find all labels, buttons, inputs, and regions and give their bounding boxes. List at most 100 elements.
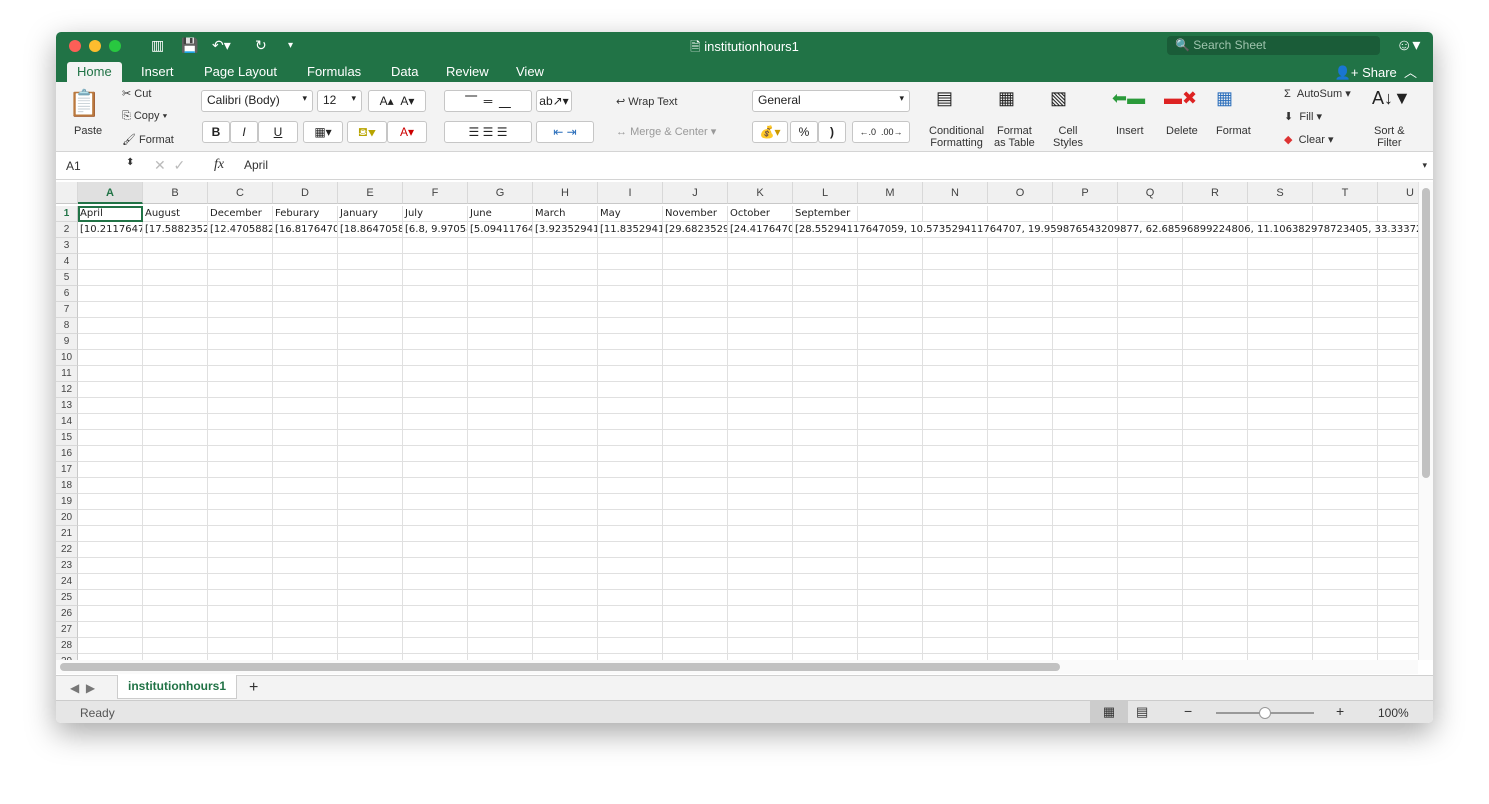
row-header-26[interactable]: 26 — [56, 606, 78, 622]
delete-cells-icon[interactable]: ▬✖ — [1164, 88, 1197, 109]
cell-K28[interactable] — [728, 638, 793, 654]
column-header-L[interactable]: L — [793, 182, 858, 204]
cell-A19[interactable] — [78, 494, 143, 510]
cell-A28[interactable] — [78, 638, 143, 654]
column-header-H[interactable]: H — [533, 182, 598, 204]
tab-data[interactable]: Data — [381, 62, 428, 82]
column-header-I[interactable]: I — [598, 182, 663, 204]
cell-N12[interactable] — [923, 382, 988, 398]
format-as-table-button[interactable]: Format as Table — [994, 125, 1035, 149]
cell-N24[interactable] — [923, 574, 988, 590]
cell-O25[interactable] — [988, 590, 1053, 606]
cell-O21[interactable] — [988, 526, 1053, 542]
cell-D20[interactable] — [273, 510, 338, 526]
cell-T12[interactable] — [1313, 382, 1378, 398]
cell-R7[interactable] — [1183, 302, 1248, 318]
cell-M1[interactable] — [858, 206, 923, 222]
cell-P7[interactable] — [1053, 302, 1118, 318]
cell-G26[interactable] — [468, 606, 533, 622]
column-header-T[interactable]: T — [1313, 182, 1378, 204]
cell-N13[interactable] — [923, 398, 988, 414]
cell-K25[interactable] — [728, 590, 793, 606]
cell-U1[interactable] — [1378, 206, 1418, 222]
cell-I12[interactable] — [598, 382, 663, 398]
cell-Q12[interactable] — [1118, 382, 1183, 398]
row-header-8[interactable]: 8 — [56, 318, 78, 334]
cell-R25[interactable] — [1183, 590, 1248, 606]
cell-D9[interactable] — [273, 334, 338, 350]
cell-P11[interactable] — [1053, 366, 1118, 382]
cell-J9[interactable] — [663, 334, 728, 350]
cell-D18[interactable] — [273, 478, 338, 494]
cell-I8[interactable] — [598, 318, 663, 334]
cell-L26[interactable] — [793, 606, 858, 622]
font-color-button[interactable]: A▾ — [387, 121, 427, 143]
cell-P22[interactable] — [1053, 542, 1118, 558]
row-header-17[interactable]: 17 — [56, 462, 78, 478]
cell-F27[interactable] — [403, 622, 468, 638]
cell-G28[interactable] — [468, 638, 533, 654]
cell-E2[interactable]: [18.8647058 — [338, 222, 403, 238]
cell-R9[interactable] — [1183, 334, 1248, 350]
row-header-24[interactable]: 24 — [56, 574, 78, 590]
cell-B22[interactable] — [143, 542, 208, 558]
horizontal-scrollbar[interactable] — [56, 660, 1418, 674]
cell-J2[interactable]: [29.6823529 — [663, 222, 728, 238]
cell-C14[interactable] — [208, 414, 273, 430]
row-header-3[interactable]: 3 — [56, 238, 78, 254]
cell-S19[interactable] — [1248, 494, 1313, 510]
cell-M24[interactable] — [858, 574, 923, 590]
cell-M27[interactable] — [858, 622, 923, 638]
tab-view[interactable]: View — [506, 62, 554, 82]
font-size-select[interactable]: 12 ▾ — [317, 90, 362, 112]
cell-U28[interactable] — [1378, 638, 1418, 654]
cell-E15[interactable] — [338, 430, 403, 446]
cell-U14[interactable] — [1378, 414, 1418, 430]
row-header-27[interactable]: 27 — [56, 622, 78, 638]
cell-U24[interactable] — [1378, 574, 1418, 590]
cell-A8[interactable] — [78, 318, 143, 334]
cell-G25[interactable] — [468, 590, 533, 606]
expand-formula-icon[interactable]: ▾ — [1422, 160, 1427, 171]
cell-G27[interactable] — [468, 622, 533, 638]
cell-S21[interactable] — [1248, 526, 1313, 542]
cell-K4[interactable] — [728, 254, 793, 270]
cell-H8[interactable] — [533, 318, 598, 334]
cancel-icon[interactable]: ✕ ✓ — [154, 157, 185, 174]
cell-S25[interactable] — [1248, 590, 1313, 606]
cell-N11[interactable] — [923, 366, 988, 382]
cell-N10[interactable] — [923, 350, 988, 366]
cell-M3[interactable] — [858, 238, 923, 254]
sheet-tab-institutionhours1[interactable]: institutionhours1 — [117, 675, 237, 699]
cell-O28[interactable] — [988, 638, 1053, 654]
cell-C8[interactable] — [208, 318, 273, 334]
cell-A3[interactable] — [78, 238, 143, 254]
cell-U7[interactable] — [1378, 302, 1418, 318]
cell-Q19[interactable] — [1118, 494, 1183, 510]
cell-A20[interactable] — [78, 510, 143, 526]
share-button[interactable]: 👤+ Share ︿ — [1335, 62, 1417, 81]
cell-C24[interactable] — [208, 574, 273, 590]
format-as-table-icon[interactable]: ▦ — [998, 88, 1015, 109]
comma-button[interactable]: ) — [818, 121, 846, 143]
cell-M13[interactable] — [858, 398, 923, 414]
cell-K16[interactable] — [728, 446, 793, 462]
cell-U23[interactable] — [1378, 558, 1418, 574]
cell-N3[interactable] — [923, 238, 988, 254]
cell-F2[interactable]: [6.8, 9.97058 — [403, 222, 468, 238]
row-header-2[interactable]: 2 — [56, 222, 78, 238]
cell-L28[interactable] — [793, 638, 858, 654]
cell-N19[interactable] — [923, 494, 988, 510]
row-header-22[interactable]: 22 — [56, 542, 78, 558]
cell-M15[interactable] — [858, 430, 923, 446]
cell-K14[interactable] — [728, 414, 793, 430]
cell-M17[interactable] — [858, 462, 923, 478]
cell-G15[interactable] — [468, 430, 533, 446]
horizontal-align-buttons[interactable]: ☰ ☰ ☰ — [444, 121, 532, 143]
cell-T18[interactable] — [1313, 478, 1378, 494]
cell-M18[interactable] — [858, 478, 923, 494]
cell-M9[interactable] — [858, 334, 923, 350]
cell-K9[interactable] — [728, 334, 793, 350]
cell-C1[interactable]: December — [208, 206, 273, 222]
cell-P14[interactable] — [1053, 414, 1118, 430]
